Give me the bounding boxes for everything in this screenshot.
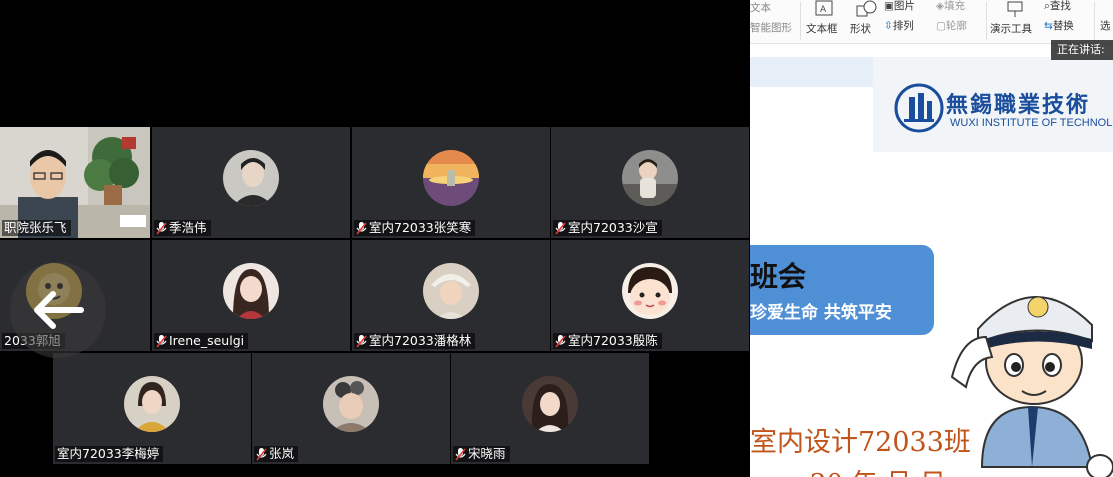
participant-name: 宋晓雨: [453, 446, 510, 462]
participant-avatar: [522, 376, 578, 433]
speaking-indicator: 正在讲话:: [1051, 40, 1113, 60]
arrange-icon: ⇳: [884, 20, 893, 32]
participant-name: 张岚: [254, 446, 299, 462]
participant-name: 室内72033张笑寒: [354, 220, 476, 236]
participant-name-text: 季浩伟: [169, 220, 207, 235]
participant-avatar: [622, 263, 678, 320]
participant-tile[interactable]: Irene_seulgi: [152, 240, 350, 351]
participant-tile-self[interactable]: 职院张乐飞: [0, 127, 150, 238]
fill-button[interactable]: ◈填充: [936, 0, 965, 13]
presentation-panel: 文本 智能图形 A 文本框 形状 ▣图片 ⇳排列 ◈填充 ▢轮廓 演示工具 ⌕查…: [750, 0, 1113, 477]
participant-tile[interactable]: 室内72033沙宣: [551, 127, 749, 238]
participant-avatar: [223, 263, 279, 320]
participant-avatar: [124, 376, 180, 433]
class-date-text: 20 年 月 日: [810, 463, 946, 477]
select-button[interactable]: 选: [1100, 18, 1111, 33]
textbox-label: 文本框: [806, 23, 838, 35]
participant-name-text: Irene_seulgi: [169, 333, 245, 348]
video-gallery: 职院张乐飞 季浩伟 室内72033张笑寒 室内72033沙宣 2033郭旭 Ir…: [0, 0, 750, 477]
participant-tile[interactable]: 室内72033张笑寒: [352, 127, 550, 238]
slide-title: 班会: [750, 260, 807, 293]
picture-button[interactable]: ▣图片: [884, 0, 915, 13]
participant-tile[interactable]: 室内72033殷陈: [551, 240, 749, 351]
shape-button[interactable]: 形状: [850, 0, 878, 36]
microphone-icon: [455, 447, 466, 461]
outline-icon: ▢: [936, 20, 946, 32]
participant-tile[interactable]: 宋晓雨: [451, 353, 649, 464]
textbox-icon: A: [815, 0, 833, 16]
microphone-icon: [555, 221, 566, 235]
participant-name-text: 宋晓雨: [468, 446, 506, 461]
participant-name: 室内72033李梅婷: [55, 446, 164, 462]
slide-subtitle: 珍爱生命 共筑平安: [750, 303, 892, 323]
textbox-button[interactable]: A 文本框: [806, 0, 838, 36]
picture-icon: ▣: [884, 0, 894, 12]
ribbon-separator: [800, 2, 801, 40]
presenter-tools-label: 演示工具: [990, 23, 1032, 35]
select-label: 选: [1100, 20, 1111, 32]
ribbon-smartart-label[interactable]: 智能图形: [750, 20, 792, 35]
arrange-button[interactable]: ⇳排列: [884, 18, 914, 33]
school-emblem-icon: [894, 83, 944, 133]
school-name-cn: 無錫職業技術: [946, 92, 1091, 118]
microphone-icon: [156, 221, 167, 235]
participant-name: 室内72033殷陈: [553, 333, 662, 349]
microphone-icon: [356, 221, 367, 235]
participant-name-text: 室内72033李梅婷: [57, 446, 160, 461]
participant-avatar: [423, 263, 479, 320]
svg-text:A: A: [820, 5, 827, 15]
replace-label: 替换: [1052, 20, 1074, 32]
ribbon-separator: [1094, 2, 1095, 40]
participant-name-text: 室内72033潘格林: [369, 333, 472, 348]
presenter-tools-icon: [1007, 1, 1023, 17]
find-button[interactable]: ⌕查找: [1044, 0, 1071, 13]
picture-label: 图片: [893, 0, 915, 12]
participant-avatar: [323, 376, 379, 433]
back-button[interactable]: [10, 262, 106, 358]
replace-button[interactable]: ⇆替换: [1044, 18, 1074, 33]
microphone-icon: [256, 447, 267, 461]
participant-tile[interactable]: 张岚: [252, 353, 450, 464]
participant-tile[interactable]: 季浩伟: [152, 127, 350, 238]
find-label: 查找: [1049, 0, 1071, 12]
participant-tile[interactable]: 室内72033潘格林: [352, 240, 550, 351]
participant-name-text: 室内72033沙宣: [568, 220, 658, 235]
participant-name: 室内72033潘格林: [354, 333, 476, 349]
slide-canvas: 無錫職業技術 WUXI INSTITUTE OF TECHNOLO 班会 珍爱生…: [750, 45, 1113, 477]
title-banner: 班会 珍爱生命 共筑平安: [750, 245, 934, 335]
participant-name: 季浩伟: [154, 220, 211, 236]
participant-avatar: [223, 150, 279, 207]
participant-tile[interactable]: 室内72033李梅婷: [53, 353, 251, 464]
shape-label: 形状: [850, 23, 871, 35]
presenter-tools-button[interactable]: 演示工具: [990, 0, 1032, 36]
participant-avatar: [622, 150, 678, 207]
participant-avatar: [423, 150, 479, 207]
participant-name-text: 室内72033张笑寒: [369, 220, 472, 235]
participant-name: 室内72033沙宣: [553, 220, 662, 236]
shape-icon: [856, 0, 877, 17]
microphone-icon: [356, 334, 367, 348]
participant-name: 职院张乐飞: [2, 220, 71, 236]
outline-button[interactable]: ▢轮廓: [936, 18, 967, 33]
participant-name-text: 职院张乐飞: [4, 220, 67, 235]
fill-icon: ◈: [936, 0, 945, 12]
participant-name-text: 张岚: [269, 446, 295, 461]
arrow-left-icon: [34, 291, 84, 329]
fill-label: 填充: [944, 0, 966, 12]
class-name-text: 室内设计72033班: [750, 427, 971, 458]
participant-name-text: 室内72033殷陈: [568, 333, 658, 348]
outline-label: 轮廓: [945, 20, 967, 32]
ribbon-text-label[interactable]: 文本: [750, 0, 771, 15]
replace-icon: ⇆: [1044, 20, 1053, 32]
ribbon-toolbar: 文本 智能图形 A 文本框 形状 ▣图片 ⇳排列 ◈填充 ▢轮廓 演示工具 ⌕查…: [750, 0, 1113, 44]
school-name-en: WUXI INSTITUTE OF TECHNOLO: [950, 117, 1113, 129]
microphone-icon: [555, 334, 566, 348]
participant-name: Irene_seulgi: [154, 333, 249, 349]
arrange-label: 排列: [892, 20, 914, 32]
ribbon-separator: [986, 2, 987, 40]
microphone-icon: [156, 334, 167, 348]
